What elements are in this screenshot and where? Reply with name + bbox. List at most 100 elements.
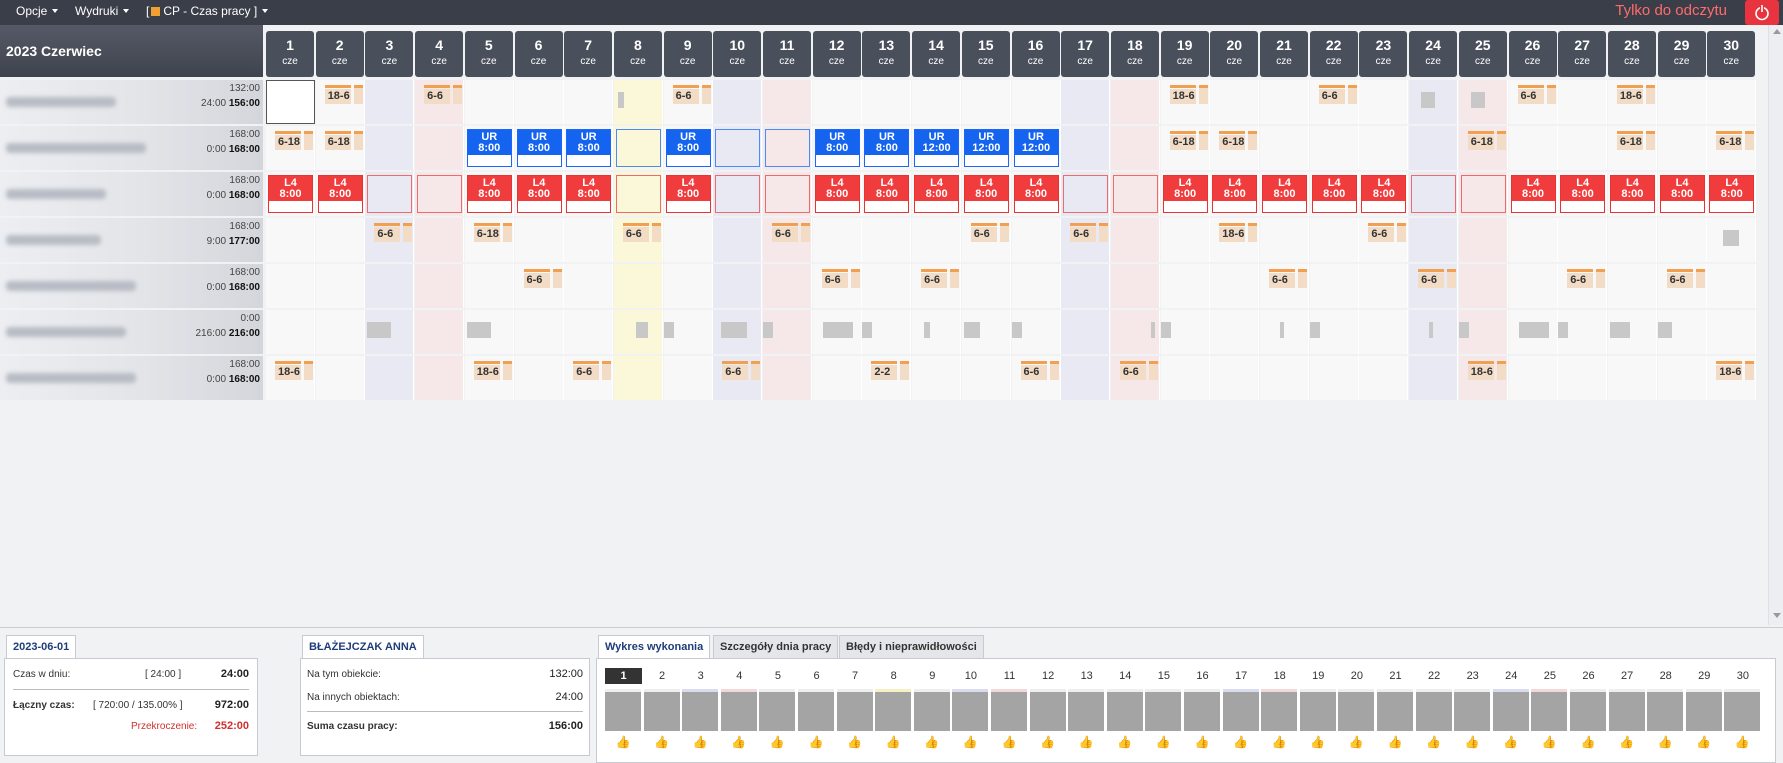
schedule-cell[interactable] <box>763 356 812 400</box>
schedule-cell[interactable]: 6-6 <box>613 218 663 262</box>
schedule-cell[interactable]: L4 8:00 <box>1359 172 1409 216</box>
schedule-cell[interactable]: 6-6 <box>1011 356 1061 400</box>
schedule-cell[interactable]: UR 8:00 <box>464 126 514 170</box>
schedule-cell[interactable] <box>1309 310 1359 354</box>
schedule-cell[interactable] <box>862 218 912 262</box>
schedule-cell[interactable] <box>1359 356 1409 400</box>
schedule-cell[interactable] <box>1110 218 1160 262</box>
schedule-cell[interactable] <box>564 310 614 354</box>
schedule-cell[interactable]: 6-6 <box>1657 264 1707 308</box>
schedule-cell[interactable] <box>763 172 812 216</box>
thumbs-up-icon[interactable]: 👍 <box>1570 735 1606 749</box>
schedule-cell[interactable] <box>663 356 713 400</box>
schedule-cell[interactable]: L4 8:00 <box>1607 172 1657 216</box>
schedule-cell[interactable]: 6-6 <box>763 218 812 262</box>
schedule-cell[interactable] <box>365 264 415 308</box>
day-header-3[interactable]: 3 cze <box>365 31 414 77</box>
schedule-cell[interactable]: 18-6 <box>315 80 365 124</box>
day-header-12[interactable]: 12 cze <box>812 31 861 77</box>
day-header-20[interactable]: 20 cze <box>1210 31 1259 77</box>
exec-day-30[interactable]: 30 <box>1724 668 1761 684</box>
schedule-cell[interactable]: 6-18 <box>1707 126 1757 170</box>
schedule-cell[interactable]: UR 12:00 <box>961 126 1011 170</box>
schedule-cell[interactable] <box>1707 218 1757 262</box>
schedule-cell[interactable] <box>365 126 415 170</box>
scroll-up-icon[interactable] <box>1773 29 1781 34</box>
schedule-cell[interactable] <box>1011 218 1061 262</box>
exec-day-3[interactable]: 3 <box>682 668 719 684</box>
schedule-cell[interactable] <box>1508 126 1558 170</box>
schedule-cell[interactable] <box>1260 80 1309 124</box>
day-header-6[interactable]: 6 cze <box>514 31 563 77</box>
schedule-cell[interactable] <box>713 80 763 124</box>
schedule-cell[interactable] <box>415 172 465 216</box>
schedule-cell[interactable] <box>912 80 962 124</box>
day-header-17[interactable]: 17 cze <box>1061 31 1110 77</box>
schedule-cell[interactable] <box>763 310 812 354</box>
schedule-cell[interactable] <box>1110 126 1160 170</box>
schedule-cell[interactable] <box>415 218 465 262</box>
employee-row-header[interactable]: 168:00 0:00 168:00 <box>0 172 263 216</box>
exec-day-5[interactable]: 5 <box>759 668 796 684</box>
schedule-cell[interactable] <box>713 310 763 354</box>
day-header-8[interactable]: 8 cze <box>613 31 662 77</box>
schedule-cell[interactable]: L4 8:00 <box>1210 172 1260 216</box>
schedule-cell[interactable] <box>1061 172 1111 216</box>
day-header-28[interactable]: 28 cze <box>1607 31 1656 77</box>
thumbs-up-icon[interactable]: 👍 <box>1068 735 1104 749</box>
schedule-cell[interactable]: 6-18 <box>315 126 365 170</box>
thumbs-up-icon[interactable]: 👍 <box>1223 735 1259 749</box>
schedule-cell[interactable] <box>1061 264 1111 308</box>
schedule-cell[interactable] <box>1110 172 1160 216</box>
exec-day-15[interactable]: 15 <box>1145 668 1182 684</box>
schedule-cell[interactable] <box>1558 310 1608 354</box>
schedule-cell[interactable] <box>514 310 564 354</box>
schedule-cell[interactable] <box>613 310 663 354</box>
thumbs-up-icon[interactable]: 👍 <box>1493 735 1529 749</box>
schedule-cell[interactable] <box>1160 218 1210 262</box>
exec-day-16[interactable]: 16 <box>1184 668 1221 684</box>
schedule-cell[interactable] <box>365 172 415 216</box>
employee-row-header[interactable]: 168:00 0:00 168:00 <box>0 356 263 400</box>
day-header-14[interactable]: 14 cze <box>912 31 961 77</box>
schedule-cell[interactable]: L4 8:00 <box>514 172 564 216</box>
schedule-cell[interactable]: UR 8:00 <box>663 126 713 170</box>
schedule-cell[interactable]: 6-6 <box>1359 218 1409 262</box>
exec-day-18[interactable]: 18 <box>1261 668 1298 684</box>
schedule-cell[interactable] <box>1359 80 1409 124</box>
schedule-cell[interactable]: 6-6 <box>713 356 763 400</box>
schedule-cell[interactable]: 6-6 <box>812 264 862 308</box>
schedule-cell[interactable] <box>415 264 465 308</box>
schedule-cell[interactable] <box>613 126 663 170</box>
schedule-cell[interactable]: 6-6 <box>365 218 415 262</box>
schedule-cell[interactable]: L4 8:00 <box>1260 172 1309 216</box>
thumbs-up-icon[interactable]: 👍 <box>1377 735 1413 749</box>
thumbs-up-icon[interactable]: 👍 <box>1609 735 1645 749</box>
schedule-cell[interactable] <box>1309 218 1359 262</box>
schedule-cell[interactable]: 6-6 <box>564 356 614 400</box>
thumbs-up-icon[interactable]: 👍 <box>644 735 680 749</box>
tab-wykres-wykonania[interactable]: Wykres wykonania <box>598 635 711 659</box>
exec-day-17[interactable]: 17 <box>1223 668 1260 684</box>
schedule-cell[interactable] <box>1359 126 1409 170</box>
schedule-cell[interactable] <box>315 356 365 400</box>
schedule-cell[interactable] <box>564 80 614 124</box>
schedule-cell[interactable]: L4 8:00 <box>1657 172 1707 216</box>
exec-day-20[interactable]: 20 <box>1338 668 1375 684</box>
thumbs-up-icon[interactable]: 👍 <box>1107 735 1143 749</box>
schedule-cell[interactable]: 6-18 <box>1210 126 1260 170</box>
schedule-cell[interactable] <box>1409 310 1459 354</box>
schedule-cell[interactable] <box>1160 310 1210 354</box>
schedule-cell[interactable] <box>1160 264 1210 308</box>
schedule-cell[interactable] <box>1260 218 1309 262</box>
schedule-cell[interactable] <box>1110 310 1160 354</box>
schedule-cell[interactable] <box>564 264 614 308</box>
schedule-cell[interactable]: 6-6 <box>663 80 713 124</box>
schedule-cell[interactable] <box>613 356 663 400</box>
thumbs-up-icon[interactable]: 👍 <box>721 735 757 749</box>
day-header-25[interactable]: 25 cze <box>1458 31 1507 77</box>
schedule-cell[interactable]: L4 8:00 <box>1160 172 1210 216</box>
schedule-cell[interactable] <box>464 264 514 308</box>
schedule-cell[interactable] <box>514 218 564 262</box>
schedule-cell[interactable] <box>1607 218 1657 262</box>
